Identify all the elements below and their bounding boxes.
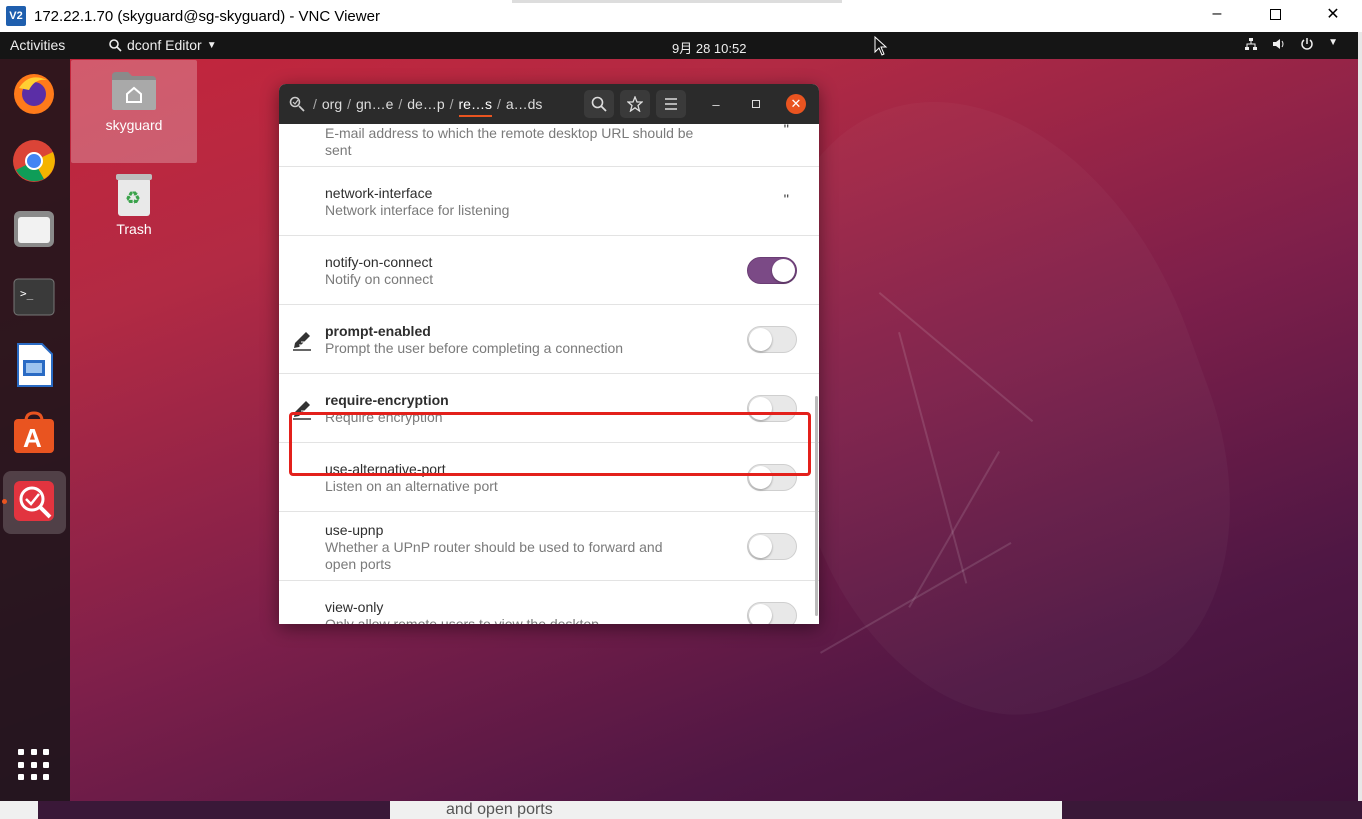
search-icon: [591, 96, 607, 112]
key-name: notify-on-connect: [325, 254, 433, 270]
search-button[interactable]: [584, 90, 614, 118]
dock: >_ A: [0, 59, 70, 801]
window-minimize-icon[interactable]: –: [706, 94, 726, 114]
echo-text: and open ports: [446, 801, 553, 818]
home-folder-icon: [112, 72, 156, 110]
svg-text:>_: >_: [20, 287, 34, 300]
star-icon: [627, 96, 643, 112]
key-value: '': [783, 124, 789, 137]
libreoffice-writer-icon[interactable]: [10, 341, 58, 389]
key-description: Only allow remote users to view the desk…: [325, 616, 599, 624]
wallpaper-echo: [1062, 801, 1362, 819]
chrome-icon[interactable]: [10, 137, 58, 185]
key-description: Prompt the user before completing a conn…: [325, 340, 624, 356]
desktop-icon-label: skyguard: [105, 117, 163, 133]
dconf-logo-icon: [289, 96, 305, 112]
maximize-icon[interactable]: [1246, 0, 1304, 28]
terminal-icon[interactable]: >_: [10, 273, 58, 321]
trash-icon: ♻: [116, 174, 152, 216]
dconf-editor-icon[interactable]: [10, 477, 58, 525]
software-center-icon[interactable]: A: [10, 409, 58, 457]
svg-text:A: A: [23, 423, 42, 453]
activities-button[interactable]: Activities: [10, 37, 65, 53]
key-description: Network interface for listening: [325, 202, 510, 218]
key-description: E-mail address to which the remote deskt…: [325, 125, 694, 158]
menu-button[interactable]: [656, 90, 686, 118]
minimize-icon[interactable]: –: [1188, 0, 1246, 28]
key-description: Notify on connect: [325, 271, 434, 287]
desktop-icon-home[interactable]: skyguard: [71, 60, 197, 163]
gnome-top-bar: Activities dconf Editor ▼ 9月 28 10:52 ▼: [0, 32, 1358, 59]
running-indicator: [2, 499, 7, 504]
list-item[interactable]: network-interface Network interface for …: [279, 167, 819, 236]
vnc-bottom-strip: and open ports: [0, 801, 1362, 819]
hamburger-icon: [665, 98, 677, 110]
files-icon[interactable]: [10, 205, 58, 253]
clock[interactable]: 9月 28 10:52: [672, 38, 746, 57]
chevron-down-icon: ▼: [206, 39, 217, 51]
breadcrumb-gnome[interactable]: gn…e: [356, 96, 393, 112]
list-item[interactable]: notify-on-connect Notify on connect: [279, 236, 819, 305]
desktop-icon-label: Trash: [116, 221, 152, 237]
svg-text:♻: ♻: [125, 188, 141, 209]
toggle-switch[interactable]: [747, 257, 797, 284]
mouse-pointer-icon: [874, 36, 888, 56]
key-name: require-encryption: [325, 392, 449, 408]
vnc-titlebar: V2 172.22.1.70 (skyguard@sg-skyguard) - …: [0, 0, 1362, 32]
vnc-window-title: 172.22.1.70 (skyguard@sg-skyguard) - VNC…: [34, 7, 380, 25]
firefox-icon[interactable]: [10, 69, 58, 117]
dconf-small-icon: [109, 39, 122, 52]
annotation-highlight-box: [289, 412, 811, 476]
chevron-down-icon: ▼: [1328, 37, 1338, 48]
key-name: network-interface: [325, 185, 433, 201]
app-menu[interactable]: dconf Editor ▼: [108, 37, 217, 53]
window-close-icon[interactable]: ✕: [786, 94, 806, 114]
key-description: Whether a UPnP router should be used to …: [325, 539, 663, 572]
app-menu-label: dconf Editor: [127, 37, 202, 53]
list-item[interactable]: prompt-enabled Prompt the user before co…: [279, 305, 819, 374]
key-description: Listen on an alternative port: [325, 478, 498, 494]
bookmark-button[interactable]: [620, 90, 650, 118]
toggle-switch[interactable]: [747, 326, 797, 353]
key-name: prompt-enabled: [325, 323, 431, 339]
key-list: E-mail address to which the remote deskt…: [279, 124, 819, 624]
breadcrumb-remote-access[interactable]: re…s: [458, 96, 492, 117]
breadcrumb-desktop[interactable]: de…p: [407, 96, 444, 112]
system-tray[interactable]: ▼: [1244, 37, 1338, 51]
toggle-switch[interactable]: [747, 533, 797, 560]
header-bar: / org / gn…e / de…p / re…s / a…ds – ✕: [279, 84, 819, 124]
toggle-switch[interactable]: [747, 602, 797, 624]
close-icon[interactable]: ✕: [1304, 0, 1362, 28]
breadcrumb-a-ds[interactable]: a…ds: [506, 96, 543, 112]
dconf-editor-window: / org / gn…e / de…p / re…s / a…ds – ✕ E-…: [279, 84, 819, 624]
vnc-logo-icon: V2: [6, 6, 26, 26]
key-name: view-only: [325, 599, 384, 615]
key-name: use-upnp: [325, 522, 384, 538]
volume-icon: [1273, 39, 1284, 49]
vnc-scroll-edge: [1358, 32, 1362, 801]
power-icon: [1301, 38, 1313, 50]
desktop-icon-trash[interactable]: ♻ Trash: [71, 172, 197, 237]
breadcrumb-org[interactable]: org: [322, 96, 342, 112]
pencil-icon: [293, 332, 311, 351]
scrollbar[interactable]: [815, 396, 818, 616]
list-item[interactable]: view-only Only allow remote users to vie…: [279, 581, 819, 624]
list-item[interactable]: E-mail address to which the remote deskt…: [279, 124, 819, 167]
network-icon: [1245, 38, 1258, 50]
vnc-toolbar-strip: [512, 0, 842, 3]
wallpaper-echo: [38, 801, 390, 819]
window-maximize-icon[interactable]: [746, 94, 766, 114]
key-value: '': [783, 191, 789, 207]
show-applications-icon[interactable]: [18, 749, 50, 781]
list-item[interactable]: use-upnp Whether a UPnP router should be…: [279, 512, 819, 581]
